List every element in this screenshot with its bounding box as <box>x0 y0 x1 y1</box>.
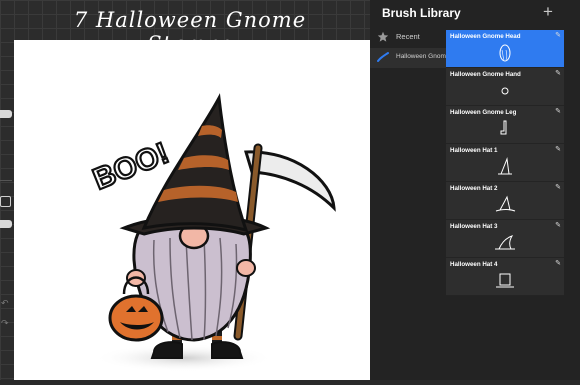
boo-speech-text: BOO! <box>88 137 173 197</box>
brush-item[interactable]: Halloween Gnome Leg ✎ <box>446 106 564 144</box>
edit-brush-icon[interactable]: ✎ <box>555 221 561 229</box>
edit-brush-icon[interactable]: ✎ <box>555 69 561 77</box>
drawing-canvas[interactable]: BOO! <box>14 40 370 380</box>
brush-item[interactable]: Halloween Hat 3 ✎ <box>446 220 564 258</box>
brush-preview-hat-4 <box>496 273 514 288</box>
brush-item[interactable]: Halloween Gnome Hand ✎ <box>446 68 564 106</box>
edit-brush-icon[interactable]: ✎ <box>555 31 561 39</box>
brush-preview-hat-3 <box>495 235 515 250</box>
brush-preview-gnome-leg <box>500 120 507 135</box>
brush-name: Halloween Hat 4 <box>450 261 498 268</box>
brush-item[interactable]: Halloween Hat 4 ✎ <box>446 258 564 296</box>
brush-name: Halloween Hat 1 <box>450 147 498 154</box>
brush-set-label: Recent <box>396 32 420 41</box>
redo-icon[interactable]: ↷ <box>1 318 9 329</box>
plus-icon[interactable]: + <box>543 3 553 20</box>
brush-item[interactable]: Halloween Hat 1 ✎ <box>446 144 564 182</box>
brush-set-halloween-gnome[interactable]: Halloween Gnome <box>370 48 450 68</box>
brush-library-panel: Brush Library + Recent Halloween Gnome H… <box>370 0 580 380</box>
brush-item[interactable]: Halloween Gnome Head ✎ <box>446 30 564 68</box>
brush-preview-hat-2 <box>495 195 516 212</box>
brush-name: Halloween Gnome Leg <box>450 109 517 116</box>
undo-icon[interactable]: ↶ <box>1 298 9 309</box>
brush-name: Halloween Gnome Hand <box>450 71 521 78</box>
star-icon <box>377 31 389 42</box>
brush-name: Halloween Gnome Head <box>450 33 521 40</box>
left-toolbar: ↶ ↷ <box>0 100 14 340</box>
brush-stroke-icon <box>377 52 389 62</box>
brush-set-recent[interactable]: Recent <box>370 28 446 48</box>
panel-title: Brush Library <box>382 6 461 20</box>
edit-brush-icon[interactable]: ✎ <box>555 259 561 267</box>
edit-brush-icon[interactable]: ✎ <box>555 145 561 153</box>
brush-item[interactable]: Halloween Hat 2 ✎ <box>446 182 564 220</box>
gnome-illustration: BOO! <box>87 93 336 372</box>
edit-brush-icon[interactable]: ✎ <box>555 183 561 191</box>
toolbar-divider <box>0 180 12 181</box>
brush-preview-hat-1 <box>498 157 512 175</box>
edit-brush-icon[interactable]: ✎ <box>555 107 561 115</box>
brush-name: Halloween Hat 2 <box>450 185 498 192</box>
brush-preview-gnome-hand <box>501 87 509 95</box>
brush-name: Halloween Hat 3 <box>450 223 498 230</box>
brush-preview-gnome-head <box>499 44 511 62</box>
brush-set-label: Halloween Gnome <box>396 53 450 60</box>
modify-button[interactable] <box>0 196 11 207</box>
opacity-slider[interactable] <box>0 220 12 228</box>
brush-size-slider[interactable] <box>0 110 12 118</box>
